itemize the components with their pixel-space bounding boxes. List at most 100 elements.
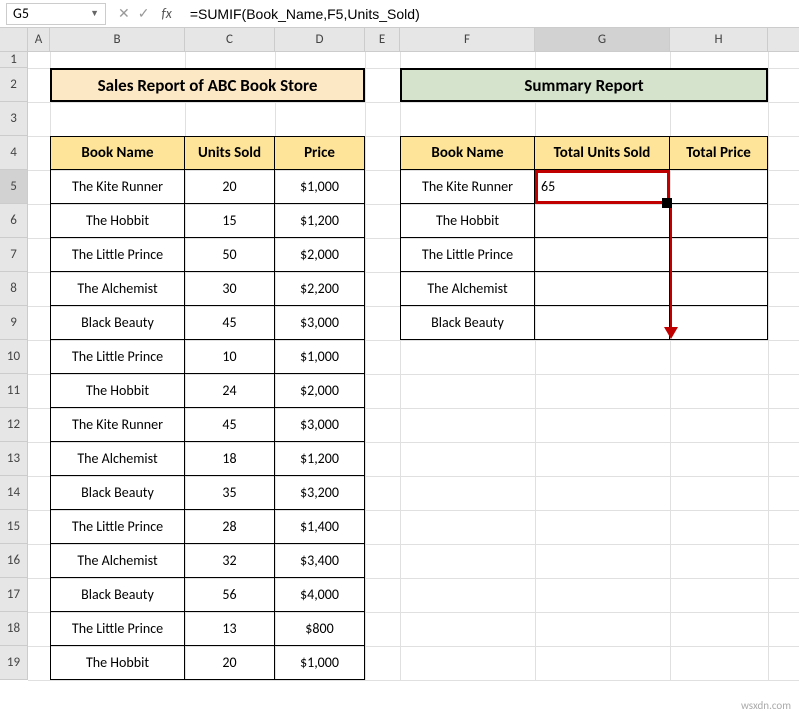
sales-cell-c[interactable]: 13 bbox=[185, 612, 275, 646]
sales-cell-b[interactable]: The Hobbit bbox=[50, 204, 185, 238]
row-header-10[interactable]: 10 bbox=[0, 340, 27, 374]
sales-cell-b[interactable]: The Hobbit bbox=[50, 646, 185, 680]
sales-cell-b[interactable]: The Kite Runner bbox=[50, 408, 185, 442]
sales-cell-d[interactable]: $4,000 bbox=[275, 578, 365, 612]
sales-cell-d[interactable]: $1,000 bbox=[275, 646, 365, 680]
summary-header-book[interactable]: Book Name bbox=[400, 136, 535, 170]
summary-cell-f[interactable]: The Little Prince bbox=[400, 238, 535, 272]
summary-header-units[interactable]: Total Units Sold bbox=[535, 136, 670, 170]
summary-cell-h[interactable] bbox=[670, 170, 768, 204]
row-header-18[interactable]: 18 bbox=[0, 612, 27, 646]
summary-cell-g[interactable]: 65 bbox=[535, 170, 670, 204]
sales-cell-c[interactable]: 24 bbox=[185, 374, 275, 408]
enter-icon[interactable]: ✓ bbox=[138, 5, 150, 22]
summary-cell-g[interactable] bbox=[535, 238, 670, 272]
sales-cell-b[interactable]: Black Beauty bbox=[50, 578, 185, 612]
row-header-9[interactable]: 9 bbox=[0, 306, 27, 340]
sales-cell-c[interactable]: 35 bbox=[185, 476, 275, 510]
col-header-C[interactable]: C bbox=[185, 28, 275, 51]
sales-cell-d[interactable]: $1,000 bbox=[275, 170, 365, 204]
row-header-7[interactable]: 7 bbox=[0, 238, 27, 272]
sales-cell-b[interactable]: The Kite Runner bbox=[50, 170, 185, 204]
summary-cell-g[interactable] bbox=[535, 204, 670, 238]
sales-cell-c[interactable]: 20 bbox=[185, 646, 275, 680]
row-header-12[interactable]: 12 bbox=[0, 408, 27, 442]
sales-cell-c[interactable]: 56 bbox=[185, 578, 275, 612]
sales-cell-b[interactable]: Black Beauty bbox=[50, 306, 185, 340]
sales-cell-c[interactable]: 32 bbox=[185, 544, 275, 578]
col-header-E[interactable]: E bbox=[365, 28, 400, 51]
sales-cell-c[interactable]: 10 bbox=[185, 340, 275, 374]
sales-cell-d[interactable]: $800 bbox=[275, 612, 365, 646]
cancel-icon[interactable]: ✕ bbox=[118, 5, 130, 22]
summary-report-title[interactable]: Summary Report bbox=[400, 68, 768, 102]
summary-cell-f[interactable]: The Hobbit bbox=[400, 204, 535, 238]
col-header-G[interactable]: G bbox=[535, 28, 670, 51]
row-header-19[interactable]: 19 bbox=[0, 646, 27, 680]
sales-cell-b[interactable]: Black Beauty bbox=[50, 476, 185, 510]
row-header-6[interactable]: 6 bbox=[0, 204, 27, 238]
sales-cell-d[interactable]: $2,200 bbox=[275, 272, 365, 306]
col-header-H[interactable]: H bbox=[670, 28, 768, 51]
sales-cell-c[interactable]: 28 bbox=[185, 510, 275, 544]
row-header-8[interactable]: 8 bbox=[0, 272, 27, 306]
summary-cell-h[interactable] bbox=[670, 204, 768, 238]
sales-header-book[interactable]: Book Name bbox=[50, 136, 185, 170]
sales-cell-b[interactable]: The Little Prince bbox=[50, 510, 185, 544]
sales-cell-c[interactable]: 50 bbox=[185, 238, 275, 272]
row-header-16[interactable]: 16 bbox=[0, 544, 27, 578]
row-header-15[interactable]: 15 bbox=[0, 510, 27, 544]
sales-cell-c[interactable]: 20 bbox=[185, 170, 275, 204]
summary-cell-f[interactable]: Black Beauty bbox=[400, 306, 535, 340]
row-header-13[interactable]: 13 bbox=[0, 442, 27, 476]
row-header-17[interactable]: 17 bbox=[0, 578, 27, 612]
sales-cell-b[interactable]: The Alchemist bbox=[50, 442, 185, 476]
sales-cell-b[interactable]: The Little Prince bbox=[50, 340, 185, 374]
sales-cell-c[interactable]: 45 bbox=[185, 306, 275, 340]
sales-report-title[interactable]: Sales Report of ABC Book Store bbox=[50, 68, 365, 102]
sales-cell-c[interactable]: 30 bbox=[185, 272, 275, 306]
sales-cell-d[interactable]: $1,000 bbox=[275, 340, 365, 374]
col-header-F[interactable]: F bbox=[400, 28, 535, 51]
summary-header-price[interactable]: Total Price bbox=[670, 136, 768, 170]
sales-cell-d[interactable]: $3,200 bbox=[275, 476, 365, 510]
summary-cell-g[interactable] bbox=[535, 306, 670, 340]
dropdown-icon[interactable]: ▼ bbox=[90, 8, 99, 19]
sales-cell-d[interactable]: $1,200 bbox=[275, 204, 365, 238]
sales-cell-d[interactable]: $3,000 bbox=[275, 408, 365, 442]
sales-cell-c[interactable]: 18 bbox=[185, 442, 275, 476]
summary-cell-h[interactable] bbox=[670, 272, 768, 306]
sales-cell-b[interactable]: The Little Prince bbox=[50, 612, 185, 646]
name-box[interactable]: G5 ▼ bbox=[6, 3, 106, 25]
row-header-14[interactable]: 14 bbox=[0, 476, 27, 510]
summary-cell-h[interactable] bbox=[670, 238, 768, 272]
summary-cell-f[interactable]: The Alchemist bbox=[400, 272, 535, 306]
sales-cell-d[interactable]: $2,000 bbox=[275, 238, 365, 272]
formula-input[interactable] bbox=[186, 6, 799, 22]
sales-cell-c[interactable]: 15 bbox=[185, 204, 275, 238]
row-header-2[interactable]: 2 bbox=[0, 68, 27, 102]
select-all-corner[interactable] bbox=[0, 28, 28, 51]
col-header-A[interactable]: A bbox=[28, 28, 50, 51]
sales-cell-d[interactable]: $2,000 bbox=[275, 374, 365, 408]
fx-icon[interactable]: fx bbox=[161, 5, 171, 22]
row-header-5[interactable]: 5 bbox=[0, 170, 27, 204]
row-header-11[interactable]: 11 bbox=[0, 374, 27, 408]
cells-area[interactable]: Sales Report of ABC Book Store Book Name… bbox=[28, 52, 799, 680]
summary-cell-h[interactable] bbox=[670, 306, 768, 340]
row-header-1[interactable]: 1 bbox=[0, 52, 27, 68]
row-header-4[interactable]: 4 bbox=[0, 136, 27, 170]
sales-header-units[interactable]: Units Sold bbox=[185, 136, 275, 170]
sales-cell-d[interactable]: $3,400 bbox=[275, 544, 365, 578]
fill-handle[interactable] bbox=[662, 198, 672, 208]
sales-cell-b[interactable]: The Little Prince bbox=[50, 238, 185, 272]
sales-cell-b[interactable]: The Alchemist bbox=[50, 544, 185, 578]
sales-cell-d[interactable]: $1,400 bbox=[275, 510, 365, 544]
col-header-D[interactable]: D bbox=[275, 28, 365, 51]
summary-cell-g[interactable] bbox=[535, 272, 670, 306]
sales-cell-b[interactable]: The Alchemist bbox=[50, 272, 185, 306]
sales-cell-d[interactable]: $3,000 bbox=[275, 306, 365, 340]
row-header-3[interactable]: 3 bbox=[0, 102, 27, 136]
col-header-B[interactable]: B bbox=[50, 28, 185, 51]
sales-cell-d[interactable]: $1,200 bbox=[275, 442, 365, 476]
